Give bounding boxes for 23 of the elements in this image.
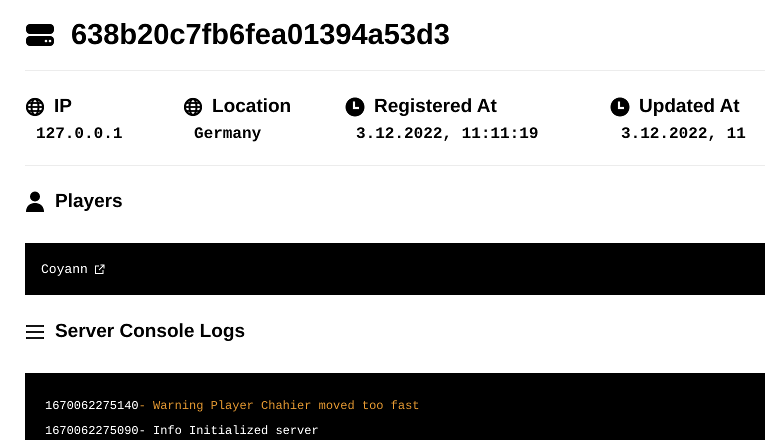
section-title: Server Console Logs	[55, 321, 246, 343]
stat-label: Registered At	[374, 96, 497, 118]
server-icon	[25, 23, 55, 47]
stat-label: Location	[212, 96, 292, 118]
stat-label: Updated At	[639, 96, 740, 118]
log-message: - Warning Player Chahier moved too fast	[138, 398, 420, 415]
external-link-icon	[94, 264, 105, 274]
log-timestamp: 1670062275140	[45, 398, 139, 415]
stat-value: 3.12.2022, 11	[621, 125, 747, 143]
stat-value: 3.12.2022, 11:11:19	[356, 125, 540, 143]
clock-icon	[610, 97, 630, 117]
stat-label: IP	[54, 96, 72, 118]
player-link[interactable]: Coyann	[41, 262, 88, 276]
clock-icon	[345, 97, 365, 117]
server-id-title: 638b20c7fb6fea01394a53d3	[71, 18, 450, 52]
user-icon	[25, 191, 45, 213]
stat-value: Germany	[194, 125, 262, 143]
log-timestamp: 1670062275090	[45, 423, 139, 440]
stat-value: 127.0.0.1	[36, 125, 124, 143]
globe-icon	[25, 97, 45, 117]
section-title: Players	[55, 191, 123, 213]
log-message: - Info Initialized server	[138, 423, 319, 440]
globe-icon	[183, 97, 203, 117]
